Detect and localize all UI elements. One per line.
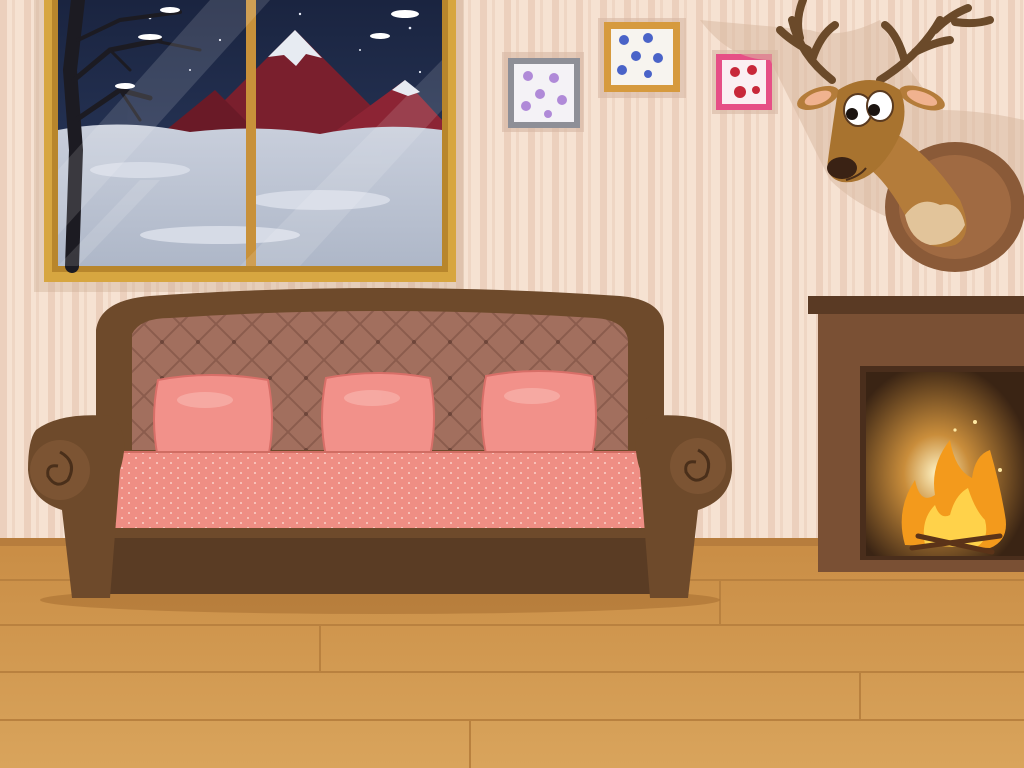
winter-window xyxy=(34,0,464,292)
sofa-cushions xyxy=(153,370,597,462)
cushion-middle xyxy=(321,372,435,460)
deer-nose xyxy=(827,157,857,179)
cushion-right xyxy=(481,370,597,458)
scene-canvas xyxy=(0,0,1024,768)
sofa-seat xyxy=(99,451,661,533)
window-mullion xyxy=(246,0,256,266)
sofa-icon xyxy=(28,288,732,614)
cushion-left xyxy=(153,374,273,462)
fireplace xyxy=(808,296,1024,572)
flower-picture-frame-purple xyxy=(502,52,584,132)
flower-picture-frame-blue xyxy=(598,18,686,98)
living-room-scene xyxy=(0,0,1024,768)
